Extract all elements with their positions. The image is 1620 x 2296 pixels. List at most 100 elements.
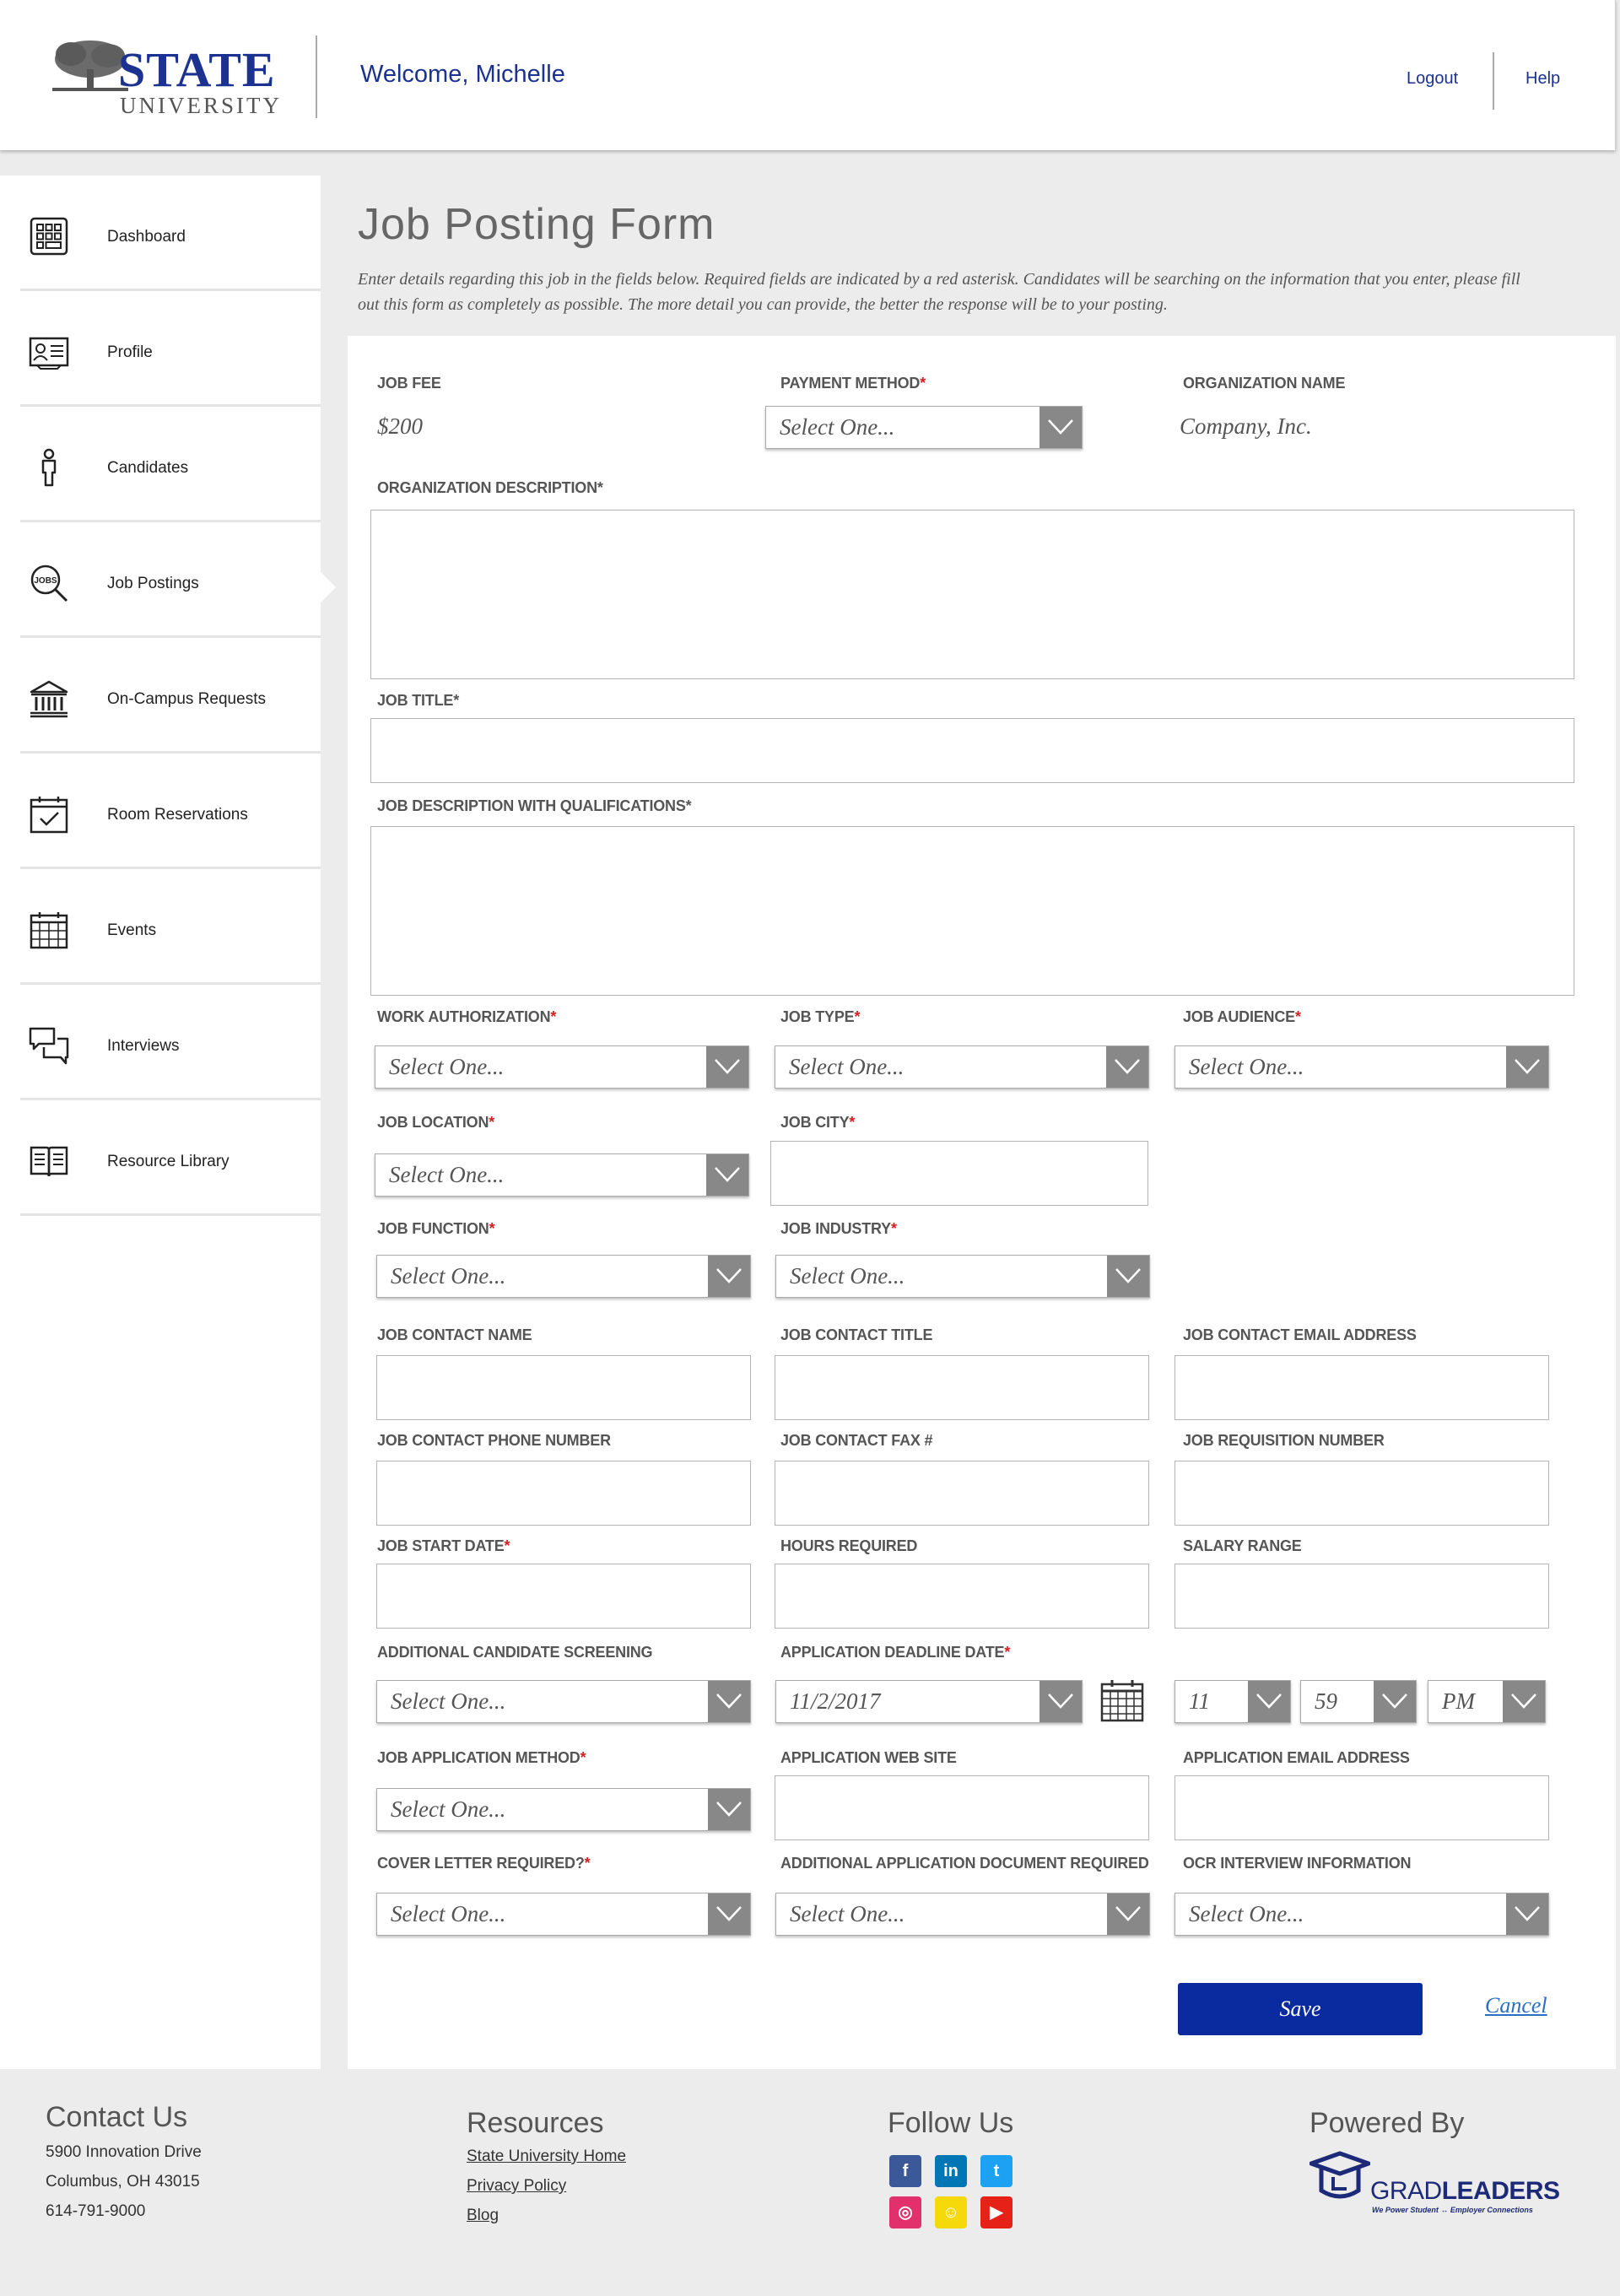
application-email-label: APPLICATION EMAIL ADDRESS (1183, 1749, 1410, 1766)
application-deadline-date-select[interactable]: 11/2/2017 (775, 1680, 1083, 1723)
job-requisition-number-input[interactable] (1174, 1461, 1549, 1526)
help-link[interactable]: Help (1526, 69, 1560, 89)
privacy-policy-link[interactable]: Privacy Policy (467, 2177, 566, 2196)
contact-us-heading: Contact Us (46, 2101, 188, 2133)
application-email-input[interactable] (1174, 1775, 1549, 1840)
hours-required-input[interactable] (775, 1564, 1149, 1629)
job-description-label: JOB DESCRIPTION WITH QUALIFICATIONS* (377, 797, 692, 814)
calendar-picker-icon[interactable] (1099, 1677, 1145, 1723)
blog-link[interactable]: Blog (467, 2207, 499, 2225)
gradleaders-logo[interactable]: GRADLEADERS We Power Student ↔ Employer … (1310, 2150, 1560, 2218)
job-contact-email-label: JOB CONTACT EMAIL ADDRESS (1183, 1326, 1417, 1343)
chevron-down-icon (1503, 1681, 1545, 1722)
job-type-label: JOB TYPE* (780, 1008, 861, 1025)
salary-range-label: SALARY RANGE (1183, 1537, 1302, 1554)
logo-university-text: UNIVERSITY (120, 93, 282, 118)
state-university-home-link[interactable]: State University Home (467, 2147, 626, 2166)
gradleaders-tagline: We Power Student ↔ Employer Connections (1372, 2206, 1533, 2214)
sidebar-item-label: Interviews (107, 1037, 180, 1055)
form-instructions: Enter details regarding this job in the … (358, 270, 1520, 314)
deadline-hour-select[interactable]: 11 (1174, 1680, 1291, 1723)
sidebar-item-events[interactable]: Events (20, 869, 321, 985)
additional-document-label: ADDITIONAL APPLICATION DOCUMENT REQUIRED (780, 1855, 1149, 1872)
salary-range-input[interactable] (1174, 1564, 1549, 1629)
chevron-down-icon (708, 1681, 750, 1722)
job-title-input[interactable] (370, 718, 1574, 783)
book-icon (30, 1146, 68, 1177)
job-function-select[interactable]: Select One... (376, 1255, 751, 1298)
sidebar-item-resource-library[interactable]: Resource Library (20, 1100, 321, 1216)
logo-state-text: STATE (118, 42, 276, 97)
id-card-icon (29, 337, 69, 370)
job-fee-value: $200 (377, 413, 423, 439)
job-start-date-input[interactable] (376, 1564, 751, 1629)
job-industry-select[interactable]: Select One... (775, 1255, 1150, 1298)
sidebar-item-interviews[interactable]: Interviews (20, 985, 321, 1100)
contact-phone: 614-791-9000 (46, 2202, 146, 2220)
facebook-icon[interactable]: f (889, 2155, 921, 2187)
sidebar-item-profile[interactable]: Profile (20, 291, 321, 407)
application-web-site-input[interactable] (775, 1775, 1149, 1840)
job-city-label: JOB CITY* (780, 1114, 856, 1131)
job-audience-label: JOB AUDIENCE* (1183, 1008, 1301, 1025)
linkedin-icon[interactable]: in (935, 2155, 967, 2187)
sidebar-item-candidates[interactable]: Candidates (20, 407, 321, 522)
sidebar-item-on-campus-requests[interactable]: On-Campus Requests (20, 638, 321, 754)
payment-method-select[interactable]: Select One... (765, 406, 1083, 449)
job-start-date-label: JOB START DATE* (377, 1537, 510, 1554)
chevron-down-icon (706, 1154, 748, 1196)
additional-screening-select[interactable]: Select One... (376, 1680, 751, 1723)
work-authorization-label: WORK AUTHORIZATION* (377, 1008, 557, 1025)
sidebar-item-label: On-Campus Requests (107, 690, 266, 708)
job-location-select[interactable]: Select One... (375, 1153, 749, 1197)
twitter-icon[interactable]: t (980, 2155, 1012, 2187)
cancel-link[interactable]: Cancel (1485, 1993, 1547, 2018)
job-contact-phone-input[interactable] (376, 1461, 751, 1526)
instagram-icon[interactable]: ◎ (889, 2196, 921, 2228)
snapchat-icon[interactable]: ☺ (935, 2196, 967, 2228)
state-university-logo[interactable]: STATE UNIVERSITY (52, 37, 279, 122)
svg-text:JOBS: JOBS (34, 576, 57, 586)
job-type-select[interactable]: Select One... (775, 1045, 1149, 1089)
cover-letter-required-select[interactable]: Select One... (376, 1893, 751, 1936)
deadline-minute-select[interactable]: 59 (1300, 1680, 1417, 1723)
job-contact-phone-label: JOB CONTACT PHONE NUMBER (377, 1432, 611, 1449)
ocr-interview-label: OCR INTERVIEW INFORMATION (1183, 1855, 1412, 1872)
sidebar-item-label: Profile (107, 343, 153, 361)
job-contact-name-label: JOB CONTACT NAME (377, 1326, 532, 1343)
job-contact-title-input[interactable] (775, 1355, 1149, 1420)
job-audience-select[interactable]: Select One... (1174, 1045, 1549, 1089)
sidebar-item-label: Events (107, 921, 157, 939)
app-header: STATE UNIVERSITY Welcome, Michelle Logou… (0, 0, 1616, 150)
job-requisition-number-label: JOB REQUISITION NUMBER (1183, 1432, 1385, 1449)
deadline-ampm-select[interactable]: PM (1428, 1680, 1546, 1723)
chevron-down-icon (708, 1256, 750, 1297)
logout-link[interactable]: Logout (1407, 69, 1458, 89)
job-description-textarea[interactable] (370, 826, 1574, 996)
sidebar-item-room-reservations[interactable]: Room Reservations (20, 754, 321, 869)
additional-document-select[interactable]: Select One... (775, 1893, 1150, 1936)
application-deadline-label: APPLICATION DEADLINE DATE* (780, 1644, 1011, 1661)
work-authorization-select[interactable]: Select One... (375, 1045, 749, 1089)
sidebar-item-label: Resource Library (107, 1153, 230, 1170)
person-icon (41, 448, 57, 487)
chevron-down-icon (1248, 1681, 1290, 1722)
chevron-down-icon (1506, 1046, 1548, 1088)
job-contact-fax-input[interactable] (775, 1461, 1149, 1526)
job-contact-name-input[interactable] (376, 1355, 751, 1420)
contact-address-line1: 5900 Innovation Drive (46, 2143, 202, 2161)
save-button[interactable]: Save (1178, 1983, 1423, 2035)
job-contact-fax-label: JOB CONTACT FAX # (780, 1432, 933, 1449)
application-method-select[interactable]: Select One... (376, 1788, 751, 1831)
calendar-check-icon (30, 797, 68, 834)
page-title: Job Posting Form (358, 200, 716, 249)
youtube-icon[interactable]: ▶ (980, 2196, 1012, 2228)
ocr-interview-select[interactable]: Select One... (1174, 1893, 1549, 1936)
sidebar-item-dashboard[interactable]: Dashboard (20, 176, 321, 291)
job-city-input[interactable] (770, 1141, 1148, 1206)
organization-description-textarea[interactable] (370, 510, 1574, 679)
sidebar-item-label: Room Reservations (107, 806, 248, 824)
sidebar-item-job-postings[interactable]: JOBS Job Postings (20, 522, 321, 638)
job-contact-email-input[interactable] (1174, 1355, 1549, 1420)
chevron-down-icon (1374, 1681, 1416, 1722)
